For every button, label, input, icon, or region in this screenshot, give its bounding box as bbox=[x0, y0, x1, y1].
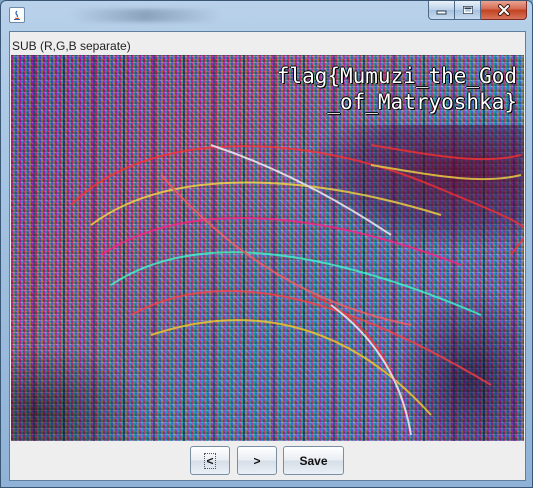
app-window: SUB (R,G,B separate) flag{Mumuzi_the_God… bbox=[0, 0, 533, 488]
next-button-label: > bbox=[253, 453, 261, 468]
maximize-icon bbox=[462, 6, 473, 14]
window-controls bbox=[428, 1, 527, 21]
close-button[interactable] bbox=[481, 1, 527, 20]
previous-button[interactable]: < bbox=[190, 446, 230, 475]
flag-line-2: _of_Matryoshka} bbox=[327, 90, 517, 114]
save-button-label: Save bbox=[299, 453, 328, 468]
previous-button-label: < bbox=[204, 452, 216, 469]
minimize-button[interactable] bbox=[428, 1, 455, 20]
window-title bbox=[71, 9, 221, 22]
client-area: SUB (R,G,B separate) flag{Mumuzi_the_God… bbox=[9, 31, 526, 481]
minimize-icon bbox=[436, 10, 447, 14]
save-button[interactable]: Save bbox=[283, 446, 344, 475]
image-panel: flag{Mumuzi_the_God _of_Matryoshka} bbox=[11, 55, 524, 441]
maximize-button[interactable] bbox=[455, 1, 481, 20]
title-bar[interactable] bbox=[1, 1, 532, 31]
flag-text: flag{Mumuzi_the_God _of_Matryoshka} bbox=[211, 63, 517, 115]
close-icon bbox=[497, 4, 510, 16]
flag-line-1: flag{Mumuzi_the_God bbox=[276, 64, 517, 88]
next-button[interactable]: > bbox=[237, 446, 277, 475]
java-app-icon[interactable] bbox=[9, 7, 25, 23]
image-mode-label: SUB (R,G,B separate) bbox=[12, 39, 131, 53]
